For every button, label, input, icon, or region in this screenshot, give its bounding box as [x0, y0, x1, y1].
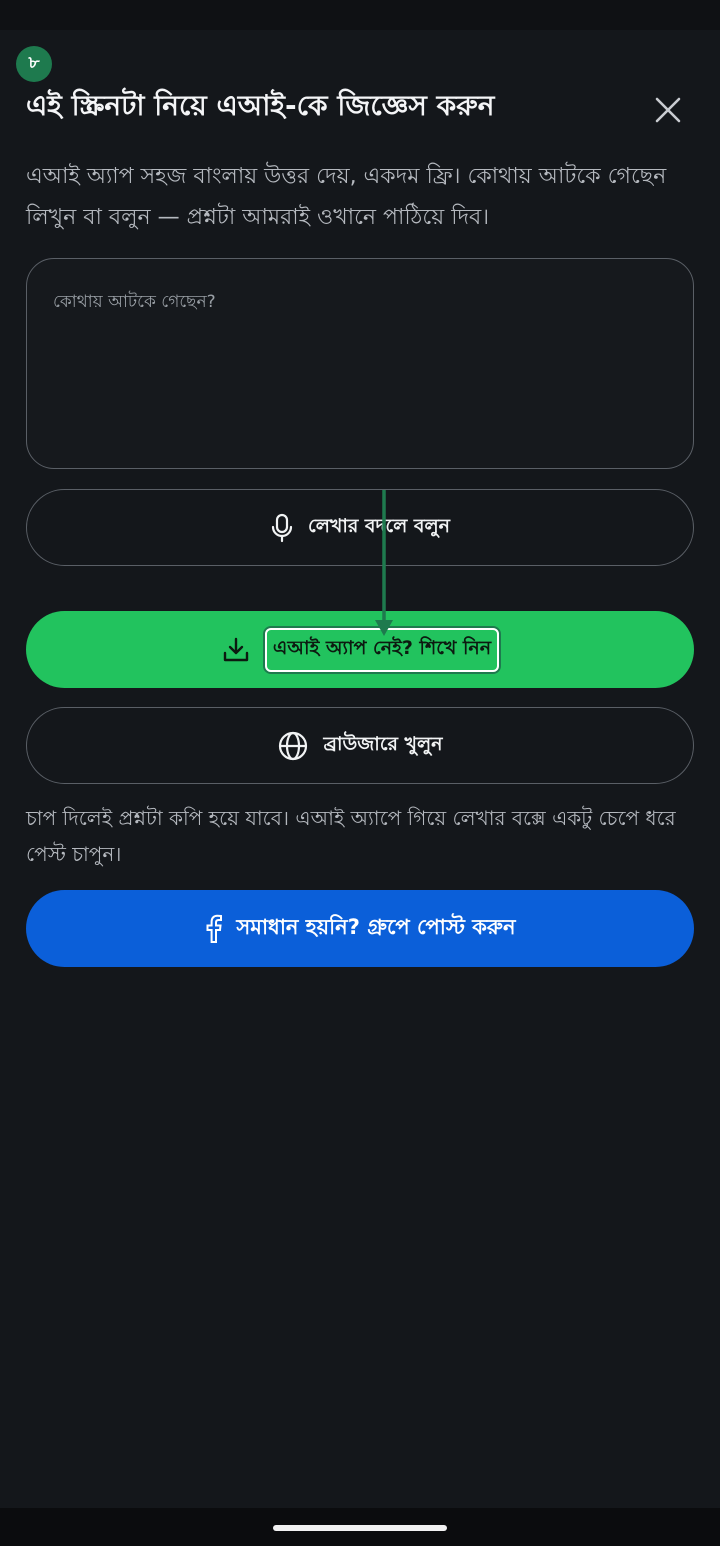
dialog-description: এআই অ্যাপ সহজ বাংলায় উত্তর দেয়, একদম ফ… [26, 164, 667, 230]
post-to-group-label: সমাধান হয়নি? গ্রুপে পোস্ট করুন [236, 915, 516, 939]
home-gesture-handle[interactable] [273, 1525, 447, 1531]
download-icon [221, 635, 251, 665]
voice-input-label: লেখার বদলে বলুন [308, 514, 450, 537]
voice-input-button[interactable]: লেখার বদলে বলুন [26, 489, 694, 566]
paste-hint: চাপ দিলেই প্রশ্নটা কপি হয়ে যাবে। এআই অ্… [26, 806, 676, 866]
status-bar [0, 0, 720, 30]
close-icon [655, 97, 681, 123]
ai-ask-dialog: ৮ এই স্ক্রিনটা নিয়ে এআই-কে জিজ্ঞেস করুন… [0, 30, 720, 1508]
open-in-browser-label: ব্রাউজারে খুলুন [323, 732, 443, 755]
close-button[interactable] [646, 88, 690, 132]
navigation-bar [0, 1508, 720, 1546]
globe-icon [277, 730, 309, 762]
step-badge: ৮ [16, 46, 52, 82]
post-to-group-button[interactable]: সমাধান হয়নি? গ্রুপে পোস্ট করুন [26, 890, 694, 967]
dialog-title: এই স্ক্রিনটা নিয়ে এআই-কে জিজ্ঞেস করুন [26, 89, 495, 122]
learn-ai-app-label: এআই অ্যাপ নেই? শিখে নিন [264, 627, 500, 672]
learn-ai-app-button[interactable]: এআই অ্যাপ নেই? শিখে নিন [26, 611, 694, 688]
query-input[interactable] [27, 259, 693, 468]
facebook-icon [204, 914, 223, 944]
microphone-icon [270, 513, 294, 543]
open-in-browser-button[interactable]: ব্রাউজারে খুলুন [26, 707, 694, 784]
query-box [26, 258, 694, 469]
